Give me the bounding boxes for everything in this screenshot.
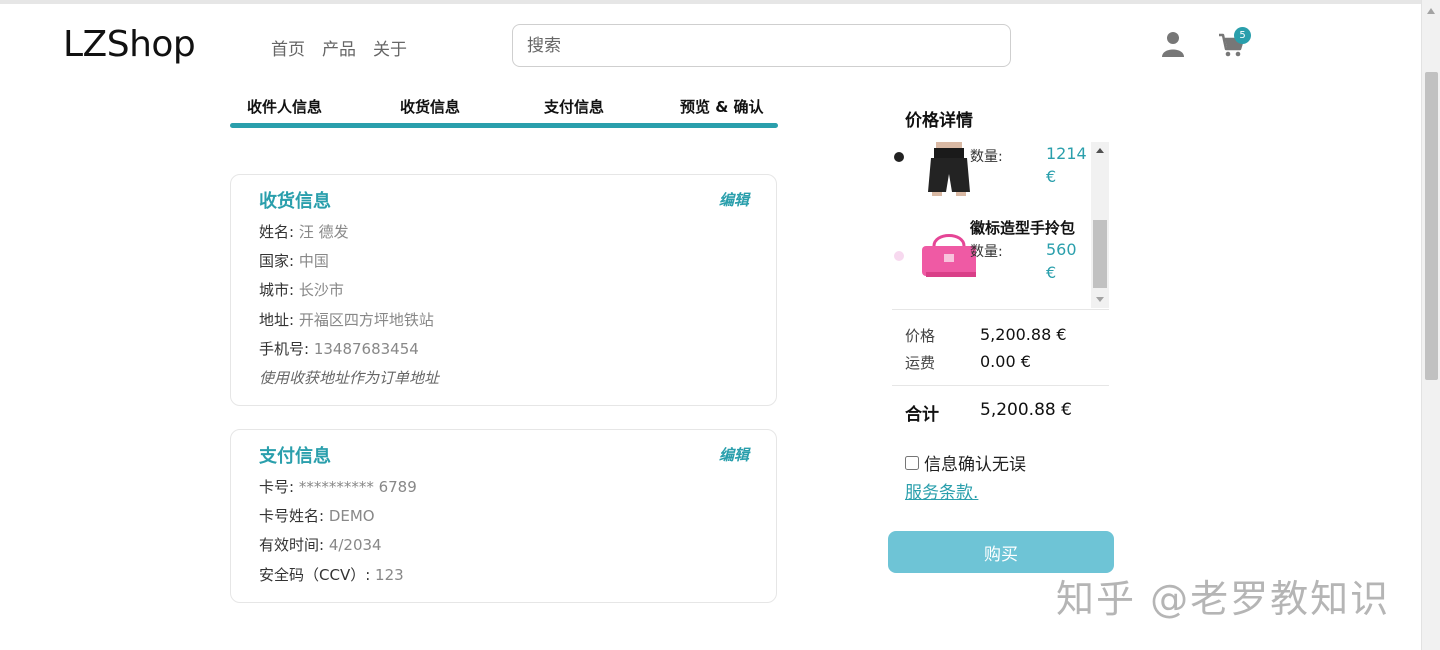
- row-value: 开福区四方坪地铁站: [298, 311, 434, 329]
- price-details-title: 价格详情: [905, 111, 973, 131]
- row-label: 有效时间:: [259, 536, 329, 554]
- payment-ccv-row: 安全码（CCV）: 123: [259, 564, 404, 585]
- shipping-fee-value: 0.00 €: [980, 352, 1031, 371]
- row-label: 卡号:: [259, 478, 299, 496]
- row-label: 手机号:: [259, 340, 314, 358]
- row-value: 13487683454: [313, 340, 419, 358]
- item-price: 1214 €: [1046, 144, 1087, 186]
- cart-item: 数量: 1214 €: [892, 142, 1091, 204]
- shipping-card-title: 收货信息: [259, 191, 331, 212]
- total-value: 5,200.88 €: [980, 400, 1072, 420]
- row-value: 汪 德发: [298, 223, 349, 241]
- product-thumbnail-handbag[interactable]: [922, 224, 976, 286]
- buy-button[interactable]: 购买: [888, 531, 1114, 573]
- row-label: 卡号姓名:: [259, 507, 329, 525]
- row-value: 长沙市: [298, 281, 344, 299]
- shipping-info-card: 收货信息 编辑 姓名: 汪 德发 国家: 中国 城市: 长沙市 地址: 开福区四…: [230, 174, 777, 406]
- shipping-city-row: 城市: 长沙市: [259, 279, 344, 300]
- total-label: 合计: [905, 405, 939, 425]
- nav-products[interactable]: 产品: [322, 35, 356, 60]
- price-value: 5,200.88 €: [980, 325, 1067, 344]
- cart-count-badge: 5: [1234, 27, 1251, 44]
- logo[interactable]: LZShop: [63, 24, 196, 65]
- items-scroll-up-icon[interactable]: [1096, 148, 1104, 153]
- item-name[interactable]: 徽标造型手拎包: [970, 217, 1075, 238]
- color-dot-icon: [894, 251, 904, 261]
- search-input[interactable]: [512, 24, 1011, 67]
- price-label: 价格: [905, 327, 936, 345]
- scroll-up-arrow-icon[interactable]: [1427, 8, 1435, 14]
- shipping-note: 使用收获地址作为订单地址: [259, 369, 440, 387]
- payment-card-title: 支付信息: [259, 446, 331, 467]
- payment-card-number-row: 卡号: ********** 6789: [259, 476, 417, 497]
- nav-home[interactable]: 首页: [271, 35, 305, 60]
- item-price: 560 €: [1046, 240, 1077, 282]
- cart-item: 徽标造型手拎包 数量: 560 €: [892, 214, 1091, 284]
- shipping-country-row: 国家: 中国: [259, 250, 329, 271]
- items-scroll-down-icon[interactable]: [1096, 297, 1104, 302]
- cart-items-list[interactable]: 数量: 1214 € 徽标造型手拎包 数量: 560 €: [892, 142, 1109, 308]
- shipping-fee-label: 运费: [905, 354, 936, 372]
- row-value: 123: [375, 566, 404, 584]
- row-value: ********** 6789: [298, 478, 417, 496]
- row-label: 城市:: [259, 281, 299, 299]
- divider: [892, 385, 1109, 386]
- steps-progress-bar: [230, 123, 778, 128]
- payment-info-card: 支付信息 编辑 卡号: ********** 6789 卡号姓名: DEMO 有…: [230, 429, 777, 603]
- watermark: 知乎 @老罗教知识: [1056, 577, 1391, 621]
- user-icon[interactable]: [1162, 31, 1184, 57]
- row-value: 中国: [298, 252, 329, 270]
- row-label: 国家:: [259, 252, 299, 270]
- payment-card-holder-row: 卡号姓名: DEMO: [259, 505, 375, 526]
- items-scrollbar[interactable]: [1091, 142, 1109, 308]
- color-dot-icon: [894, 152, 904, 162]
- item-qty-label: 数量:: [970, 149, 1003, 165]
- step-recipient[interactable]: 收件人信息: [247, 96, 322, 117]
- scroll-thumb[interactable]: [1425, 72, 1438, 380]
- row-label: 姓名:: [259, 223, 299, 241]
- confirm-info-checkbox-row[interactable]: 信息确认无误: [905, 450, 1026, 475]
- confirm-label: 信息确认无误: [924, 455, 1026, 475]
- items-scroll-thumb[interactable]: [1093, 220, 1107, 288]
- step-review[interactable]: 预览 & 确认: [680, 96, 764, 117]
- row-value: DEMO: [328, 507, 375, 525]
- payment-edit-link[interactable]: 编辑: [719, 444, 749, 465]
- shipping-address-row: 地址: 开福区四方坪地铁站: [259, 309, 434, 330]
- step-payment[interactable]: 支付信息: [544, 96, 604, 117]
- item-qty-label: 数量:: [970, 244, 1003, 260]
- shipping-phone-row: 手机号: 13487683454: [259, 338, 419, 359]
- nav-about[interactable]: 关于: [373, 35, 407, 60]
- page-scrollbar[interactable]: [1421, 0, 1440, 650]
- row-label: 安全码（CCV）:: [259, 566, 376, 584]
- row-label: 地址:: [259, 311, 299, 329]
- payment-expiry-row: 有效时间: 4/2034: [259, 534, 382, 555]
- main-nav: 首页 产品 关于: [271, 35, 407, 60]
- row-value: 4/2034: [328, 536, 382, 554]
- step-shipping[interactable]: 收货信息: [400, 96, 460, 117]
- shipping-edit-link[interactable]: 编辑: [719, 189, 749, 210]
- top-border: [0, 0, 1421, 4]
- checkout-steps: 收件人信息 收货信息 支付信息 预览 & 确认: [230, 94, 778, 130]
- shipping-name-row: 姓名: 汪 德发: [259, 221, 349, 242]
- divider: [892, 309, 1109, 310]
- confirm-checkbox[interactable]: [905, 455, 919, 470]
- product-thumbnail-shorts[interactable]: [922, 142, 976, 196]
- terms-link[interactable]: 服务条款.: [905, 478, 978, 503]
